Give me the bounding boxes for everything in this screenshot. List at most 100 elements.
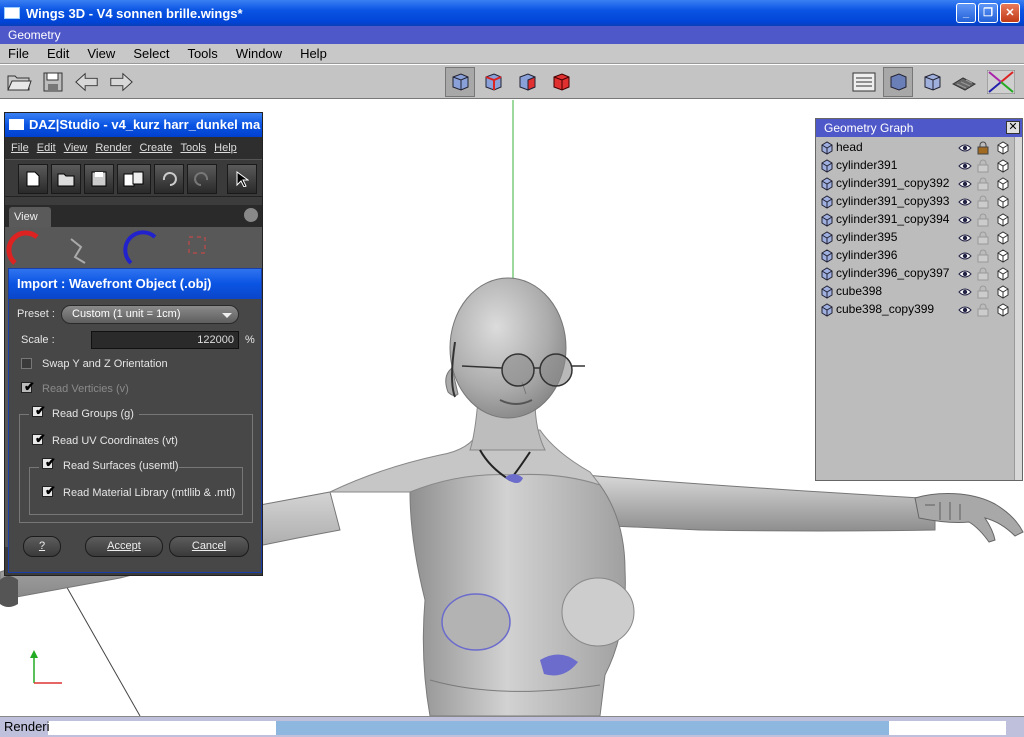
unlock-icon[interactable] [977, 177, 989, 194]
geometry-graph-row[interactable]: cylinder395 [816, 229, 1022, 247]
geometry-graph-row[interactable]: cube398 [816, 283, 1022, 301]
undo-arrow-icon[interactable] [74, 69, 100, 95]
object-name[interactable]: cylinder391 [836, 158, 897, 172]
save-icon[interactable] [40, 69, 66, 95]
geometry-graph-scrollbar[interactable] [1014, 137, 1022, 480]
visibility-eye-icon[interactable] [958, 268, 972, 282]
object-name[interactable]: cube398_copy399 [836, 302, 934, 316]
geometry-graph-row[interactable]: head [816, 139, 1022, 157]
visibility-eye-icon[interactable] [958, 196, 972, 210]
object-name[interactable]: head [836, 140, 863, 154]
visibility-eye-icon[interactable] [958, 304, 972, 318]
daz-menu-help[interactable]: Help [214, 142, 237, 154]
unlock-icon[interactable] [977, 231, 989, 248]
daz-menu-render[interactable]: Render [95, 142, 131, 154]
object-name[interactable]: cylinder395 [836, 230, 897, 244]
read-groups-checkbox[interactable]: ✔ [32, 403, 46, 418]
unlock-icon[interactable] [977, 213, 989, 230]
daz-undo-icon[interactable] [154, 164, 184, 194]
geometry-graph-row[interactable]: cylinder396 [816, 247, 1022, 265]
pointer-tool-icon[interactable] [227, 164, 257, 194]
geometry-graph-row[interactable]: cylinder396_copy397 [816, 265, 1022, 283]
daz-menu-view[interactable]: View [64, 142, 88, 154]
visibility-eye-icon[interactable] [958, 286, 972, 300]
scale-input[interactable]: 122000 [91, 331, 239, 349]
daz-menu-create[interactable]: Create [139, 142, 172, 154]
ground-plane-icon[interactable] [951, 69, 977, 95]
geometry-graph-row[interactable]: cylinder391_copy393 [816, 193, 1022, 211]
geometry-graph-row[interactable]: cube398_copy399 [816, 301, 1022, 319]
smooth-shading-icon[interactable] [883, 67, 913, 97]
cancel-button[interactable]: Cancel [169, 536, 249, 557]
import-obj-dialog[interactable]: Import : Wavefront Object (.obj) Preset … [8, 268, 262, 573]
vertex-mode-icon[interactable] [445, 67, 475, 97]
daz-menu-edit[interactable]: Edit [37, 142, 56, 154]
object-name[interactable]: cube398 [836, 284, 882, 298]
menu-tools[interactable]: Tools [187, 46, 217, 61]
geometry-graph-close-button[interactable]: ✕ [1006, 121, 1020, 134]
edge-mode-icon[interactable] [480, 69, 506, 95]
help-button[interactable]: ? [23, 536, 61, 557]
object-name[interactable]: cylinder396_copy397 [836, 266, 949, 280]
restore-button[interactable]: ❐ [978, 3, 998, 23]
swap-yz-checkbox[interactable] [21, 358, 32, 369]
open-icon[interactable] [51, 164, 81, 194]
unlock-icon[interactable] [977, 195, 989, 212]
wireframe-cube-icon[interactable] [996, 159, 1010, 176]
geometry-graph-row[interactable]: cylinder391_copy392 [816, 175, 1022, 193]
wireframe-cube-icon[interactable] [996, 285, 1010, 302]
read-surfaces-checkbox[interactable]: ✔ [42, 455, 56, 470]
menu-select[interactable]: Select [133, 46, 169, 61]
wireframe-cube-icon[interactable] [996, 141, 1010, 158]
unlock-icon[interactable] [977, 159, 989, 176]
object-name[interactable]: cylinder391_copy393 [836, 194, 949, 208]
workmode-icon[interactable] [851, 69, 877, 95]
menu-window[interactable]: Window [236, 46, 282, 61]
wireframe-cube-icon[interactable] [996, 231, 1010, 248]
new-file-icon[interactable] [18, 164, 48, 194]
visibility-eye-icon[interactable] [958, 232, 972, 246]
wireframe-cube-icon[interactable] [996, 267, 1010, 284]
open-folder-icon[interactable] [6, 69, 32, 95]
geometry-graph-panel[interactable]: Geometry Graph ✕ head cylinder391 cylinder… [815, 118, 1023, 481]
preset-dropdown[interactable]: Custom (1 unit = 1cm) [61, 305, 239, 324]
tab-view[interactable]: View [9, 207, 51, 227]
daz-menu-tools[interactable]: Tools [180, 142, 206, 154]
menu-view[interactable]: View [87, 46, 115, 61]
menu-help[interactable]: Help [300, 46, 327, 61]
merge-icon[interactable] [117, 164, 151, 194]
read-uv-checkbox[interactable]: ✔ [32, 431, 46, 446]
wireframe-cube-icon[interactable] [996, 303, 1010, 320]
daz-save-icon[interactable] [84, 164, 114, 194]
wireframe-cube-icon[interactable] [996, 249, 1010, 266]
menu-file[interactable]: File [8, 46, 29, 61]
unlock-icon[interactable] [977, 285, 989, 302]
geometry-graph-row[interactable]: cylinder391_copy394 [816, 211, 1022, 229]
object-name[interactable]: cylinder396 [836, 248, 897, 262]
minimize-button[interactable]: _ [956, 3, 976, 23]
axes-icon[interactable] [985, 69, 1017, 95]
object-name[interactable]: cylinder391_copy392 [836, 176, 949, 190]
visibility-eye-icon[interactable] [958, 214, 972, 228]
unlock-icon[interactable] [977, 249, 989, 266]
redo-arrow-icon[interactable] [108, 69, 134, 95]
body-mode-icon[interactable] [548, 69, 574, 95]
daz-menu-file[interactable]: File [11, 142, 29, 154]
unlock-icon[interactable] [977, 303, 989, 320]
wireframe-cube-icon[interactable] [996, 177, 1010, 194]
geometry-graph-row[interactable]: cylinder391 [816, 157, 1022, 175]
tab-scroll-icon[interactable] [244, 208, 258, 222]
visibility-eye-icon[interactable] [958, 160, 972, 174]
visibility-eye-icon[interactable] [958, 178, 972, 192]
read-material-checkbox[interactable]: ✔ [42, 483, 56, 498]
visibility-eye-icon[interactable] [958, 142, 972, 156]
wireframe-cube-icon[interactable] [996, 213, 1010, 230]
menu-edit[interactable]: Edit [47, 46, 69, 61]
lock-icon[interactable] [977, 141, 989, 158]
close-button[interactable]: ✕ [1000, 3, 1020, 23]
wireframe-cube-icon[interactable] [996, 195, 1010, 212]
object-name[interactable]: cylinder391_copy394 [836, 212, 949, 226]
accept-button[interactable]: Accept [85, 536, 163, 557]
daz-redo-icon[interactable] [187, 164, 217, 194]
perspective-icon[interactable] [919, 69, 945, 95]
